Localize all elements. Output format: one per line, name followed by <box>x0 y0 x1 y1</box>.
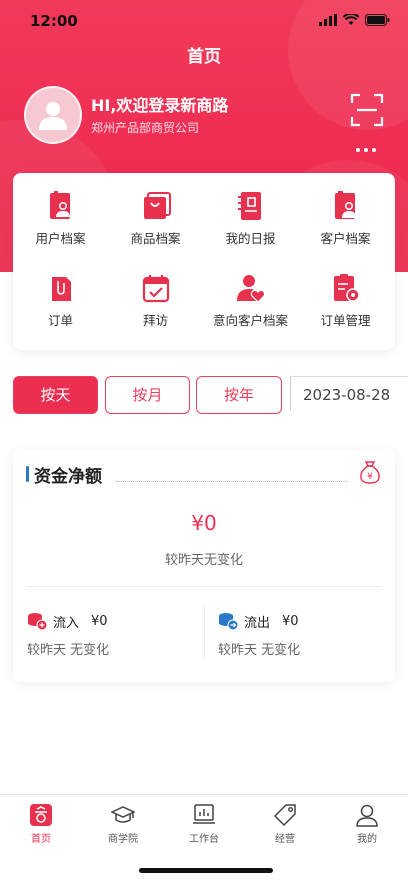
menu-item-visit[interactable]: 拜访 <box>108 273 203 329</box>
tab-mine[interactable]: 我的 <box>337 803 397 845</box>
tab-workbench[interactable]: 工作台 <box>174 803 234 845</box>
user-heart-icon <box>236 275 265 303</box>
inflow-change: 较昨天 无变化 <box>27 643 110 658</box>
order-gear-icon <box>333 274 360 302</box>
period-tab-day[interactable]: 按天 <box>13 376 98 414</box>
workbench-icon <box>193 804 215 824</box>
status-time: 12:00 <box>30 12 78 30</box>
inflow-label: 流入 <box>53 615 80 631</box>
status-icons <box>319 14 390 26</box>
fund-change: 较昨天无变化 <box>164 553 243 568</box>
menu-item-label: 意向客户档案 <box>212 313 288 328</box>
menu-item-prospect-file[interactable]: 意向客户档案 <box>203 273 298 329</box>
tab-home[interactable]: 首页 <box>11 803 71 845</box>
menu-item-label: 拜访 <box>142 313 168 328</box>
menu-item-order[interactable]: 订单 <box>13 273 108 329</box>
customer-file-icon <box>334 191 356 219</box>
daily-report-icon <box>237 192 261 220</box>
menu-item-label: 订单管理 <box>320 313 371 328</box>
greeting-text: HI,欢迎登录新商路 <box>91 96 229 115</box>
graduation-cap-icon <box>111 806 135 823</box>
order-icon <box>51 277 71 301</box>
outflow-label: 流出 <box>244 615 271 631</box>
tab-business[interactable]: 经营 <box>255 803 315 845</box>
home-icon <box>30 804 52 826</box>
avatar[interactable] <box>24 86 82 144</box>
menu-item-customer-file[interactable]: 客户档案 <box>298 191 393 247</box>
tab-label: 商学院 <box>108 834 138 845</box>
person-icon <box>356 804 378 827</box>
scan-icon[interactable] <box>350 93 384 127</box>
tab-academy[interactable]: 商学院 <box>93 803 153 845</box>
divider <box>26 586 382 587</box>
home-indicator <box>139 868 273 873</box>
menu-item-daily-report[interactable]: 我的日报 <box>203 191 298 247</box>
inflow-value: ¥0 <box>91 613 108 629</box>
menu-item-label: 客户档案 <box>320 231 371 246</box>
fund-amount: ¥0 <box>191 511 217 535</box>
menu-item-label: 我的日报 <box>225 231 276 246</box>
tag-icon <box>273 804 296 827</box>
outflow-change: 较昨天 无变化 <box>218 643 301 658</box>
period-tab-year[interactable]: 按年 <box>196 376 282 414</box>
tab-label: 工作台 <box>189 834 219 845</box>
menu-item-label: 商品档案 <box>130 231 181 246</box>
user-file-icon <box>49 191 70 219</box>
menu-item-label: 订单 <box>47 313 73 328</box>
quick-menu-card: 用户档案 商品档案 我的日报 客户档案 订单 拜访 意向客户档案 订单管理 <box>13 173 395 350</box>
money-bag-icon: ¥ <box>360 461 380 484</box>
menu-item-order-management[interactable]: 订单管理 <box>298 273 393 329</box>
status-bar: 12:00 <box>0 0 408 44</box>
coins-out-icon <box>219 613 238 631</box>
period-tab-month[interactable]: 按月 <box>105 376 190 414</box>
shopping-bag-icon <box>143 192 171 219</box>
divider <box>204 606 205 658</box>
tab-label: 经营 <box>275 834 295 845</box>
tab-label: 我的 <box>357 834 377 845</box>
fund-title: 资金净额 <box>34 467 102 487</box>
inflow-row: 流入 ¥0 <box>27 611 108 631</box>
fund-net-card: 资金净额 ¥ ¥0 较昨天无变化 流入 ¥0 较昨天 无变化 流出 ¥0 较昨天… <box>13 450 395 682</box>
title-accent-bar <box>26 466 29 482</box>
outflow-row: 流出 ¥0 <box>218 611 299 631</box>
wifi-icon <box>343 14 359 25</box>
menu-item-label: 用户档案 <box>35 231 86 246</box>
more-options-icon[interactable] <box>356 148 376 152</box>
coins-in-icon <box>28 613 47 631</box>
title-divider <box>116 481 348 482</box>
date-picker[interactable]: 2023-08-28 <box>290 376 408 410</box>
menu-item-product-file[interactable]: 商品档案 <box>108 191 203 247</box>
calendar-check-icon <box>142 275 169 303</box>
outflow-value: ¥0 <box>282 613 299 629</box>
battery-icon <box>365 14 390 26</box>
menu-item-user-file[interactable]: 用户档案 <box>13 191 108 247</box>
signal-icon <box>319 14 337 26</box>
tab-label: 首页 <box>31 834 51 845</box>
company-name: 郑州产品部商贸公司 <box>91 121 200 135</box>
svg-text:¥: ¥ <box>367 472 373 482</box>
person-avatar-icon <box>39 102 67 130</box>
page-title: 首页 <box>187 47 221 67</box>
